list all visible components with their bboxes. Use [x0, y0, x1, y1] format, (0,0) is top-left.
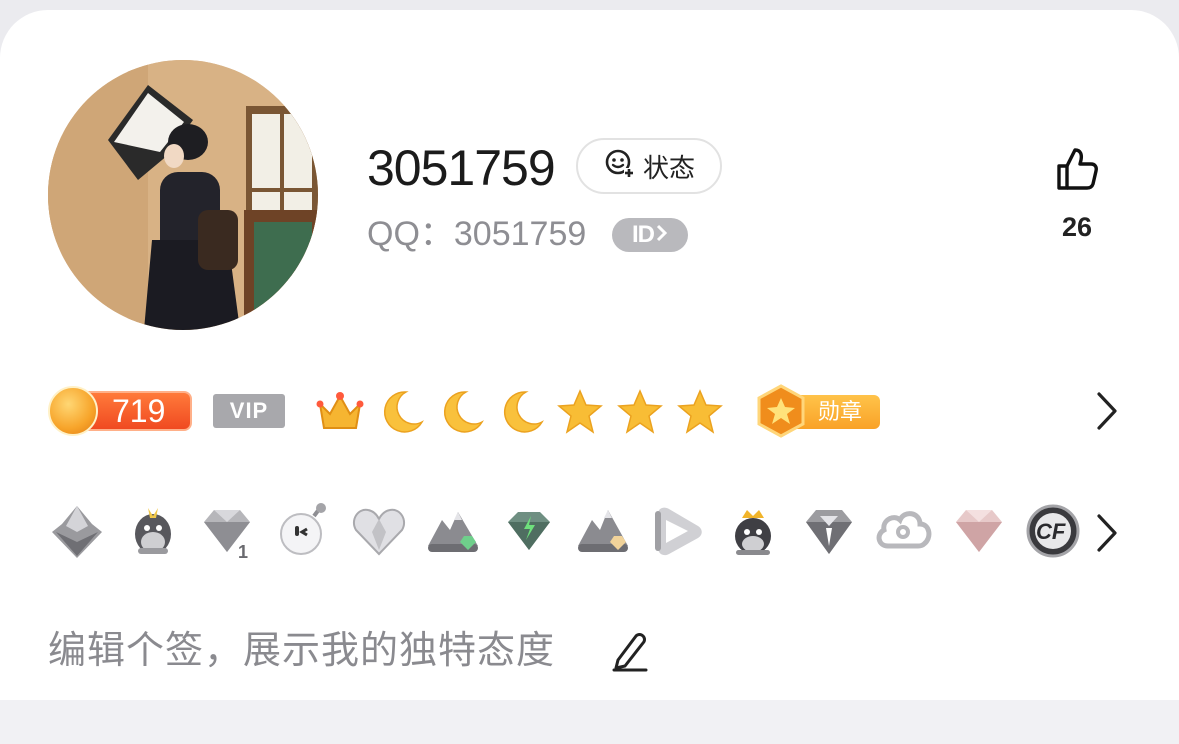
game-badge-icon[interactable]: [48, 502, 106, 560]
cloud-icon[interactable]: [874, 502, 932, 560]
qq-penguin-icon[interactable]: [124, 502, 182, 560]
pink-diamond-icon[interactable]: [950, 502, 1008, 560]
svg-text:1: 1: [238, 542, 248, 560]
page-background: [0, 700, 1179, 744]
star-icon: [676, 388, 724, 436]
level-more-chevron-icon[interactable]: [1094, 390, 1120, 437]
chevron-right-icon: [656, 224, 668, 247]
coin-value: 719: [112, 393, 166, 429]
svg-text:CF: CF: [1036, 519, 1066, 544]
qq-number: QQ：3051759: [367, 215, 587, 253]
nickname: 3051759: [367, 140, 556, 196]
like-count: 26: [1061, 212, 1093, 242]
status-label: 状态: [642, 152, 695, 183]
star-icon: [556, 388, 604, 436]
thumbs-up-icon: [1055, 148, 1099, 196]
avatar[interactable]: [48, 60, 318, 330]
moon-icon: [378, 388, 426, 436]
play-icon[interactable]: [648, 502, 706, 560]
medal-hexagon-icon: [754, 384, 808, 443]
coin-icon: [48, 386, 98, 436]
vip-badge[interactable]: VIP: [213, 394, 285, 428]
signature-placeholder[interactable]: 编辑个签，展示我的独特态度: [48, 626, 555, 676]
medal-button[interactable]: 勋章: [754, 384, 882, 438]
id-badge-button[interactable]: ID: [612, 218, 688, 252]
level-coin-badge[interactable]: 719: [48, 386, 194, 436]
badges-more-chevron-icon[interactable]: [1094, 512, 1120, 559]
star-icon: [616, 388, 664, 436]
bomb-face-icon[interactable]: [274, 502, 332, 560]
diamond-badge-icon[interactable]: 1: [198, 502, 256, 562]
mountain-badge-icon[interactable]: [424, 502, 482, 560]
smile-plus-icon: [603, 147, 635, 186]
status-button[interactable]: 状态: [576, 138, 722, 194]
moon-icon: [438, 388, 486, 436]
crown-icon: [316, 388, 364, 436]
crowned-penguin-icon[interactable]: [724, 502, 782, 560]
cf-badge-icon[interactable]: CF: [1024, 502, 1082, 560]
pencil-icon[interactable]: [610, 630, 650, 677]
id-badge-label: ID: [632, 221, 655, 248]
like-button[interactable]: [1046, 146, 1108, 197]
green-diamond-icon[interactable]: [500, 502, 558, 560]
diamond-badge-icon[interactable]: [800, 502, 858, 560]
mountain-badge-icon[interactable]: [574, 502, 632, 560]
moon-icon: [498, 388, 546, 436]
heart-diamond-icon[interactable]: [350, 502, 408, 560]
